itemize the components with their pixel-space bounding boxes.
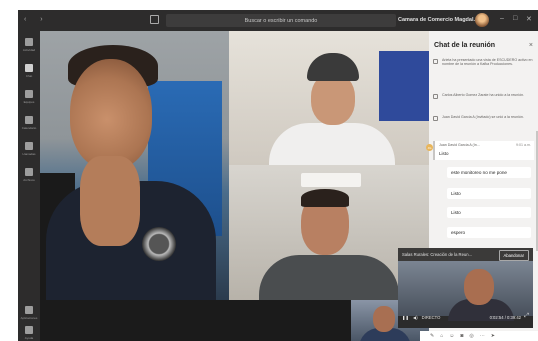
chat-message-outgoing[interactable]: espero (447, 227, 531, 238)
rail-calendar[interactable]: Calendario (18, 113, 40, 137)
apps-icon (25, 306, 33, 314)
background-air-conditioner (301, 173, 361, 187)
chat-panel-title: Chat de la reunión (434, 42, 496, 49)
presenter-face (464, 269, 494, 305)
chat-message-outgoing[interactable]: Listo (447, 188, 531, 199)
minimize-button[interactable]: – (500, 15, 504, 22)
left-app-rail: Actividad Chat Equipos Calendario Llamad… (18, 31, 40, 341)
expand-icon[interactable]: ⤢ (524, 313, 529, 320)
pip-title: Salas Rurales: Creación de la Reun... (402, 252, 473, 257)
chat-icon (25, 64, 33, 72)
teams-icon (25, 90, 33, 98)
gif-icon[interactable]: ◙ (460, 333, 463, 339)
rail-label: Archivos (23, 178, 35, 182)
phone-icon (25, 142, 33, 150)
file-icon (25, 168, 33, 176)
rail-label: Aplicaciones (20, 316, 38, 320)
participant-cap (307, 53, 359, 81)
rail-label: Calendario (21, 126, 37, 130)
background-poster (379, 51, 429, 121)
participant-shirt (269, 123, 395, 165)
participant-hair (301, 189, 349, 207)
user-avatar[interactable] (475, 13, 489, 27)
playback-time: 0:02:54 / 0:39:42 (489, 314, 521, 320)
search-input[interactable]: Buscar o escribir un comando (166, 14, 396, 27)
emoji-icon[interactable]: ☺ (449, 333, 454, 339)
maximize-button[interactable]: □ (513, 15, 517, 22)
rail-label: Ayuda (24, 336, 34, 340)
help-icon (25, 326, 33, 334)
system-message: Carlos Alberto Gomez Zarate ha unido a l… (433, 93, 533, 99)
system-message: Juan David Garcia A (Invitado) se unió a… (433, 115, 533, 121)
sender-avatar: JG (426, 144, 433, 151)
person-join-icon (433, 116, 438, 121)
participant-face (70, 59, 152, 169)
rail-help[interactable]: Ayuda (18, 323, 40, 341)
rail-label: Equipos (23, 100, 35, 104)
person-join-icon (433, 94, 438, 99)
video-stage (40, 31, 429, 341)
close-chat-button[interactable]: × (529, 42, 533, 49)
more-options-icon[interactable]: ⋯ (480, 333, 485, 339)
volume-icon[interactable]: ◀) (413, 315, 418, 320)
system-message: Arieta ha presentado una vista de ESCUDE… (433, 58, 533, 67)
send-icon[interactable]: ➤ (491, 333, 495, 339)
rail-label: Chat (25, 74, 33, 78)
rail-calls[interactable]: Llamadas (18, 139, 40, 163)
rail-files[interactable]: Archivos (18, 165, 40, 189)
close-window-button[interactable]: ✕ (526, 15, 532, 23)
picture-in-picture-window[interactable]: Salas Rurales: Creación de la Reun... Ab… (398, 248, 533, 328)
sticker-icon[interactable]: ◎ (469, 333, 473, 339)
system-message-text: Arieta ha presentado una vista de ESCUDE… (442, 58, 533, 67)
chat-message-outgoing[interactable]: este monitoreo no me pone (447, 167, 531, 178)
live-label: DIRECTO (421, 314, 441, 320)
rail-chat[interactable]: Chat (18, 61, 40, 85)
system-message-text: Juan David Garcia A (Invitado) se unió a… (442, 115, 524, 119)
organization-name[interactable]: Camara de Comercio Magdal... (398, 17, 478, 23)
compose-icon[interactable] (150, 15, 159, 24)
rail-label: Llamadas (22, 152, 36, 156)
wristwatch (142, 227, 176, 261)
chat-message-incoming[interactable]: JG Juan David Garcia A (In... 9:01 a.m. … (426, 141, 534, 160)
title-bar: ‹ › Buscar o escribir un comando Camara … (18, 10, 538, 31)
sender-name: Juan David Garcia A (In... (439, 143, 480, 147)
message-text: Listo (439, 151, 449, 156)
chat-message-outgoing[interactable]: Listo (447, 207, 531, 218)
compose-toolbar: ✎ ⌂ ☺ ◙ ◎ ⋯ ➤ (420, 331, 538, 341)
participant-hand (80, 156, 140, 246)
attach-icon[interactable]: ⌂ (440, 333, 443, 339)
rail-teams[interactable]: Equipos (18, 87, 40, 111)
search-placeholder: Buscar o escribir un comando (244, 17, 318, 24)
message-time: 9:01 a.m. (516, 143, 531, 147)
bell-icon (25, 38, 33, 46)
format-icon[interactable]: ✎ (430, 333, 434, 339)
leave-button[interactable]: Abandonar (498, 250, 529, 261)
participant-video-top-right[interactable] (229, 31, 429, 165)
pip-header: Salas Rurales: Creación de la Reun... Ab… (398, 248, 533, 261)
pip-video[interactable] (398, 261, 533, 321)
participant-video-main[interactable] (40, 31, 229, 300)
chat-scrollbar[interactable] (536, 131, 538, 251)
back-forward-arrows[interactable]: ‹ › (24, 16, 49, 23)
playback-controls: ❚❚ ◀) DIRECTO 0:02:54 / 0:39:42 (398, 310, 533, 324)
rail-activity[interactable]: Actividad (18, 35, 40, 59)
rail-label: Actividad (22, 48, 36, 52)
calendar-icon (25, 116, 33, 124)
participant-face (373, 306, 395, 332)
system-message-text: Carlos Alberto Gomez Zarate ha unido a l… (442, 93, 525, 97)
participant-shirt (259, 255, 399, 301)
pause-icon[interactable]: ❚❚ (402, 315, 409, 320)
info-icon (433, 59, 438, 64)
